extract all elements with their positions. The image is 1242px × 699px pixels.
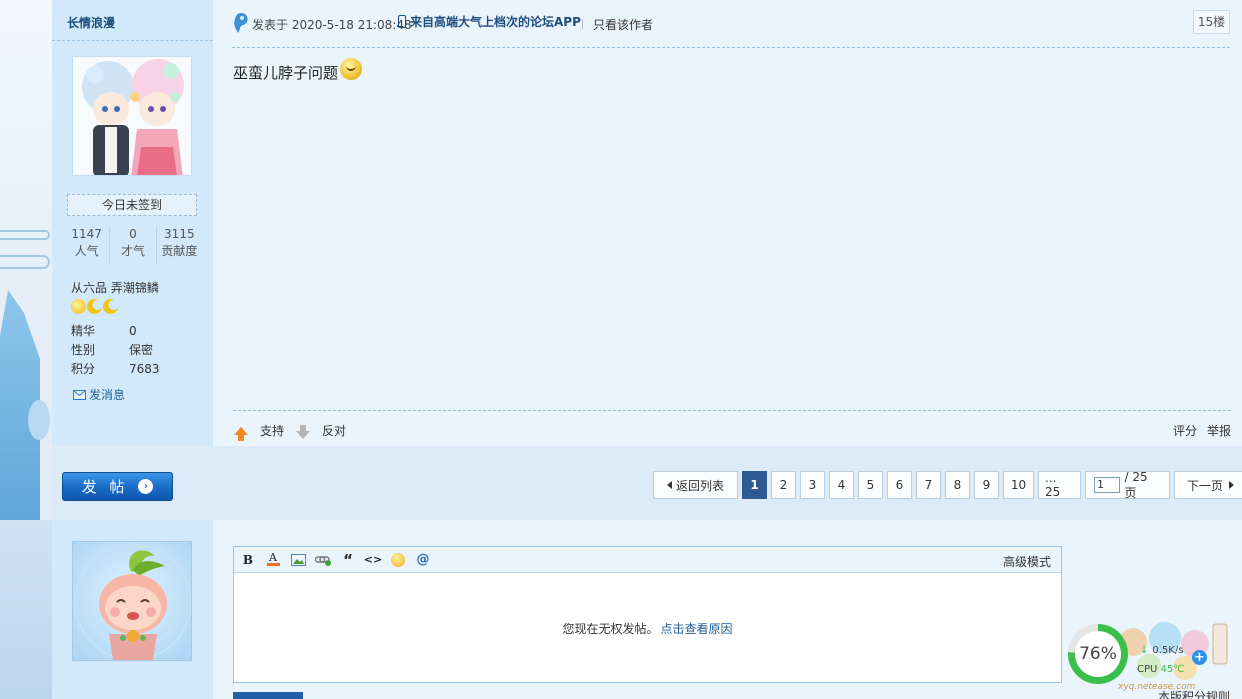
- author-name[interactable]: 长情浪漫: [67, 14, 115, 31]
- next-page-button[interactable]: 下一页: [1174, 471, 1242, 499]
- info-row: 精华 0: [71, 324, 137, 338]
- page-jump-input[interactable]: 1: [1094, 477, 1120, 493]
- post-time: 发表于 2020-5-18 21:08:48: [252, 18, 412, 32]
- page-8[interactable]: 8: [945, 471, 970, 499]
- moon-icon: [87, 299, 102, 314]
- author-rank: 从六品 弄潮锦鳞: [71, 281, 159, 295]
- from-app-link[interactable]: 来自高端大气上档次的论坛APP: [398, 13, 581, 30]
- page-3[interactable]: 3: [800, 471, 825, 499]
- editor-toolbar: B A “ <> @ 高级模式: [234, 547, 1061, 573]
- cpu-temperature: CPU 45℃: [1137, 664, 1185, 675]
- code-icon[interactable]: <>: [364, 552, 382, 568]
- smiley-icon: [340, 58, 363, 80]
- signin-status[interactable]: 今日未签到: [67, 194, 197, 216]
- post-footer: 支持 反对 评分 举报: [233, 410, 1231, 446]
- reply-editor: B A “ <> @ 高级模式 您现在无权发帖。 点击查看原因: [233, 546, 1062, 683]
- network-speed: ↓ 0.5K/s: [1140, 645, 1184, 656]
- new-post-button[interactable]: 发 帖 ›: [62, 472, 173, 501]
- send-message-link[interactable]: 发消息: [73, 386, 125, 403]
- reply-sidebar: [52, 520, 213, 699]
- stat-talent: 0 才气: [109, 226, 155, 264]
- support-button[interactable]: 支持: [234, 422, 284, 441]
- user-avatar[interactable]: [72, 541, 192, 661]
- system-monitor-widget[interactable]: 76% ↓ 0.5K/s CPU 45℃ + xyq.netease.com: [1067, 612, 1242, 699]
- page-2[interactable]: 2: [771, 471, 796, 499]
- triangle-right-icon: [1229, 481, 1234, 489]
- link-icon[interactable]: [315, 552, 331, 568]
- stat-contribution: 3115 贡献度: [155, 226, 202, 264]
- author-info: 精华 0 性别 保密 积分 7683: [71, 322, 160, 379]
- image-icon[interactable]: [290, 552, 306, 568]
- rate-link[interactable]: 评分: [1173, 422, 1197, 439]
- divider: [52, 40, 213, 41]
- see-reason-link[interactable]: 点击查看原因: [661, 620, 733, 637]
- left-background-decoration: [0, 0, 52, 699]
- only-author-link[interactable]: 只看该作者: [581, 16, 653, 33]
- page-6[interactable]: 6: [887, 471, 912, 499]
- info-row: 性别 保密: [71, 343, 154, 357]
- quote-icon[interactable]: “: [340, 551, 356, 569]
- report-link[interactable]: 举报: [1207, 422, 1231, 439]
- download-arrow-icon: ↓: [1140, 645, 1149, 656]
- font-color-icon[interactable]: A: [265, 552, 281, 568]
- page-total: / 25 页: [1124, 469, 1148, 500]
- bold-icon[interactable]: B: [240, 552, 256, 568]
- post-container: 长情浪漫 今日未签到 1147 人气 0 才气 3115 贡献度 从六品 弄潮锦…: [52, 0, 1242, 446]
- floor-number[interactable]: 15楼: [1193, 10, 1230, 34]
- post-header: 发表于 2020-5-18 21:08:48 来自高端大气上档次的论坛APP 只…: [232, 10, 1230, 48]
- page-5[interactable]: 5: [858, 471, 883, 499]
- author-sidebar: 长情浪漫 今日未签到 1147 人气 0 才气 3115 贡献度 从六品 弄潮锦…: [52, 0, 213, 446]
- triangle-left-icon: [666, 481, 672, 489]
- plus-icon[interactable]: +: [1192, 650, 1207, 665]
- rank-badges: [71, 299, 118, 314]
- page-1[interactable]: 1: [742, 471, 767, 499]
- page-9[interactable]: 9: [974, 471, 999, 499]
- thumb-down-arrow-icon: [296, 424, 310, 439]
- oppose-button[interactable]: 反对: [296, 422, 346, 439]
- advanced-mode-link[interactable]: 高级模式: [1003, 553, 1051, 570]
- mobile-post-icon: [234, 13, 248, 33]
- emoticon-icon[interactable]: [390, 552, 406, 568]
- sun-icon: [71, 299, 86, 314]
- reply-area: B A “ <> @ 高级模式 您现在无权发帖。 点击查看原因 本版积分规则: [52, 520, 1242, 699]
- post-text: 巫蛮儿脖子问题: [233, 64, 339, 82]
- moon-icon: [103, 299, 118, 314]
- page-last[interactable]: ... 25: [1038, 471, 1081, 499]
- memory-usage-gauge[interactable]: 76%: [1068, 624, 1128, 684]
- post-actions: 评分 举报: [1173, 422, 1231, 439]
- arrow-right-circle-icon: ›: [138, 479, 154, 494]
- pagination: 返回列表 1 2 3 4 5 6 7 8 9 10 ... 25 1 / 25 …: [653, 469, 1242, 500]
- no-permission-message: 您现在无权发帖。 点击查看原因: [562, 620, 733, 637]
- page-4[interactable]: 4: [829, 471, 854, 499]
- page-10[interactable]: 10: [1003, 471, 1034, 499]
- stat-popularity: 1147 人气: [71, 227, 102, 258]
- info-row: 积分 7683: [71, 362, 160, 376]
- page-jump: 1 / 25 页: [1085, 469, 1170, 500]
- pager-row: 发 帖 › 返回列表 1 2 3 4 5 6 7 8 9 10 ... 25 1…: [52, 446, 1242, 520]
- envelope-icon: [73, 389, 86, 400]
- page-7[interactable]: 7: [916, 471, 941, 499]
- phone-icon: [398, 15, 406, 28]
- mention-icon[interactable]: @: [415, 552, 431, 568]
- author-stats: 1147 人气 0 才气 3115 贡献度: [64, 226, 202, 264]
- reply-submit-button[interactable]: [233, 692, 303, 699]
- site-watermark: xyq.netease.com: [1118, 682, 1196, 692]
- thumb-up-arrow-icon: [234, 426, 248, 441]
- post-content: 巫蛮儿脖子问题: [233, 58, 363, 84]
- avatar[interactable]: [72, 56, 192, 176]
- back-to-list-button[interactable]: 返回列表: [653, 471, 738, 499]
